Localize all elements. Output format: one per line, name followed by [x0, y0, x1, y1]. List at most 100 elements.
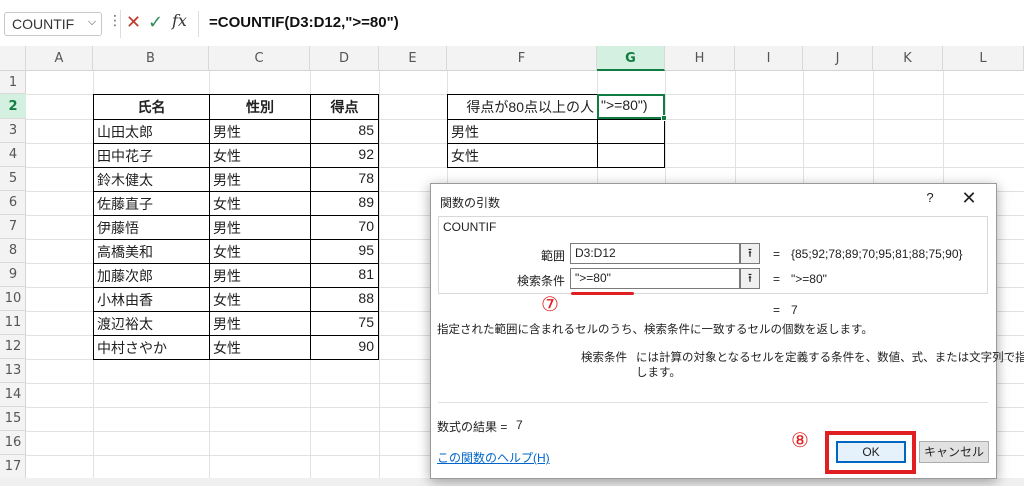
column-header[interactable]: E [379, 46, 447, 71]
table-cell-name[interactable]: 田中花子 [93, 143, 210, 168]
table-header-gender[interactable]: 性別 [209, 94, 311, 120]
table-cell-score[interactable]: 95 [310, 239, 379, 264]
table-cell-gender[interactable]: 女性 [209, 335, 311, 360]
table-cell-gender[interactable]: 女性 [209, 239, 311, 264]
table-cell-name[interactable]: 鈴木健太 [93, 167, 210, 192]
summary-value-male[interactable] [597, 119, 665, 144]
collapse-dialog-icon[interactable]: ⭱ [740, 268, 760, 289]
column-header[interactable]: B [93, 46, 209, 71]
table-header-score[interactable]: 得点 [310, 94, 379, 120]
grid-line [379, 71, 380, 486]
column-header-selected[interactable]: G [597, 46, 665, 71]
criteria-label: 検索条件 [516, 274, 565, 288]
table-cell-score[interactable]: 75 [310, 311, 379, 336]
row-header[interactable]: 6 [0, 191, 26, 215]
dialog-title: 関数の引数 [440, 196, 501, 210]
row-header[interactable]: 13 [0, 359, 26, 383]
column-header[interactable]: H [665, 46, 735, 71]
table-cell-score[interactable]: 78 [310, 167, 379, 192]
row-header[interactable]: 11 [0, 311, 26, 335]
summary-label-male[interactable]: 男性 [447, 119, 598, 144]
column-header[interactable]: C [209, 46, 310, 71]
table-cell-score[interactable]: 81 [310, 263, 379, 288]
table-cell-gender[interactable]: 女性 [209, 191, 311, 216]
summary-value-female[interactable] [597, 143, 665, 168]
table-cell-score[interactable]: 88 [310, 287, 379, 312]
column-header[interactable]: F [447, 46, 597, 71]
select-all-corner[interactable] [0, 46, 26, 71]
table-cell-gender[interactable]: 男性 [209, 215, 311, 240]
annotation-step-8: ⑧ [791, 430, 809, 452]
row-header[interactable]: 15 [0, 407, 26, 431]
row-header[interactable]: 9 [0, 263, 26, 287]
insert-function-icon[interactable]: fx [172, 11, 192, 33]
table-cell-name[interactable]: 山田太郎 [93, 119, 210, 144]
column-header[interactable]: A [26, 46, 93, 71]
equals-sign: = [773, 247, 781, 261]
table-cell-gender[interactable]: 女性 [209, 143, 311, 168]
table-cell-gender[interactable]: 男性 [209, 119, 311, 144]
criteria-result: ">=80" [791, 272, 827, 286]
table-cell-name[interactable]: 中村さやか [93, 335, 210, 360]
annotation-underline [571, 292, 634, 295]
chevron-down-icon[interactable]: ⌵ [84, 15, 100, 31]
function-name: COUNTIF [441, 220, 499, 234]
row-header[interactable]: 17 [0, 455, 26, 479]
table-cell-name[interactable]: 佐藤直子 [93, 191, 210, 216]
summary-header[interactable]: 得点が80点以上の人 [447, 94, 598, 120]
row-header[interactable]: 14 [0, 383, 26, 407]
formula-bar: COUNTIF ⌵ ⋮ ✕ ✓ fx =COUNTIF(D3:D12,">=80… [0, 0, 1024, 46]
row-header[interactable]: 16 [0, 431, 26, 455]
table-cell-gender[interactable]: 女性 [209, 287, 311, 312]
range-result: {85;92;78;89;70;95;81;88;75;90} [791, 247, 963, 261]
column-header[interactable]: J [803, 46, 873, 71]
table-cell-name[interactable]: 小林由香 [93, 287, 210, 312]
table-cell-score[interactable]: 92 [310, 143, 379, 168]
row-header[interactable]: 10 [0, 287, 26, 311]
criteria-input[interactable]: ">=80" [570, 268, 740, 289]
table-cell-name[interactable]: 渡辺裕太 [93, 311, 210, 336]
row-header-selected[interactable]: 2 [0, 94, 26, 119]
row-header[interactable]: 8 [0, 239, 26, 263]
table-cell-score[interactable]: 70 [310, 215, 379, 240]
table-cell-gender[interactable]: 男性 [209, 263, 311, 288]
row-header[interactable]: 12 [0, 335, 26, 359]
table-cell-gender[interactable]: 男性 [209, 167, 311, 192]
table-header-name[interactable]: 氏名 [93, 94, 210, 120]
column-header[interactable]: I [735, 46, 803, 71]
formula-input[interactable]: =COUNTIF(D3:D12,">=80") [198, 11, 1024, 37]
fill-handle[interactable] [661, 115, 667, 121]
close-icon[interactable]: ✕ [958, 188, 980, 210]
ok-button[interactable]: OK [836, 441, 906, 463]
help-icon[interactable]: ? [922, 190, 938, 208]
function-arguments-dialog: 関数の引数 ? ✕ COUNTIF 範囲 D3:D12 ⭱ = {85;92;7… [430, 183, 1024, 479]
row-header[interactable]: 7 [0, 215, 26, 239]
column-header[interactable]: D [310, 46, 379, 71]
row-headers: 1 2 3 4 5 6 7 8 9 10 11 12 13 14 15 16 1… [0, 71, 26, 486]
column-header[interactable]: K [873, 46, 943, 71]
enter-check-icon[interactable]: ✓ [148, 12, 168, 34]
range-input[interactable]: D3:D12 [570, 243, 740, 264]
row-header[interactable]: 3 [0, 119, 26, 143]
row-header[interactable]: 1 [0, 71, 26, 94]
table-cell-score[interactable]: 89 [310, 191, 379, 216]
table-cell-name[interactable]: 加藤次郎 [93, 263, 210, 288]
summary-label-female[interactable]: 女性 [447, 143, 598, 168]
table-cell-name[interactable]: 高橋美和 [93, 239, 210, 264]
more-options-icon[interactable]: ⋮ [108, 13, 122, 33]
divider [438, 402, 988, 403]
function-help-link[interactable]: この関数のヘルプ(H) [437, 449, 550, 466]
table-cell-name[interactable]: 伊藤悟 [93, 215, 210, 240]
row-header[interactable]: 5 [0, 167, 26, 191]
collapse-dialog-icon[interactable]: ⭱ [740, 243, 760, 264]
cancel-button[interactable]: キャンセル [919, 441, 989, 463]
column-header[interactable]: L [943, 46, 1024, 71]
table-cell-score[interactable]: 85 [310, 119, 379, 144]
row-header[interactable]: 4 [0, 143, 26, 167]
cancel-icon[interactable]: ✕ [126, 12, 146, 34]
table-cell-score[interactable]: 90 [310, 335, 379, 360]
selection-border [597, 94, 665, 119]
function-result: 7 [791, 303, 798, 317]
argument-description: には計算の対象となるセルを定義する条件を、数値、式、または文字列で指定 [636, 352, 1024, 364]
table-cell-gender[interactable]: 男性 [209, 311, 311, 336]
